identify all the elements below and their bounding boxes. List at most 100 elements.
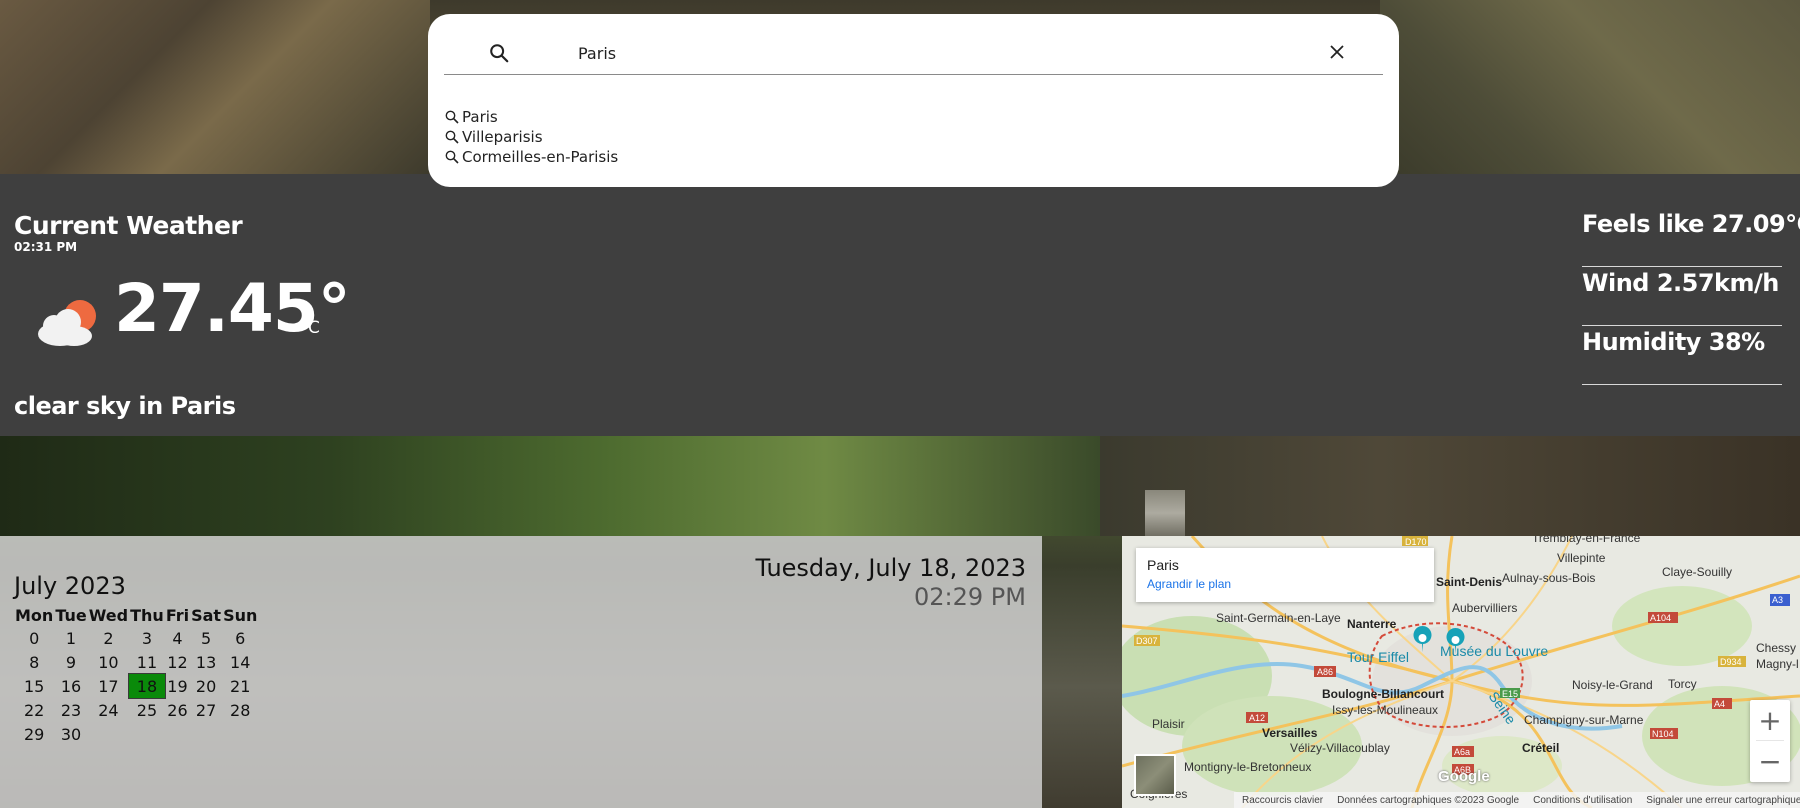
calendar-day[interactable]: 26 xyxy=(165,698,190,722)
calendar-day[interactable]: 2 xyxy=(88,626,129,650)
weather-description: clear sky in Paris xyxy=(14,392,236,420)
calendar-day[interactable]: 8 xyxy=(14,650,54,674)
cloud-sun-icon xyxy=(38,300,96,346)
map-label: Aulnay-sous-Bois xyxy=(1502,571,1595,585)
map-label: Créteil xyxy=(1522,741,1559,755)
zoom-in-button[interactable]: + xyxy=(1750,700,1790,740)
map-label: Magny-l xyxy=(1756,657,1799,671)
weekday-label: Thu xyxy=(130,605,164,625)
search-bar xyxy=(444,14,1383,75)
calendar-day[interactable]: 16 xyxy=(54,674,87,698)
calendar-day[interactable]: 17 xyxy=(88,674,129,698)
temperature-unit: C xyxy=(308,318,320,338)
map-panel[interactable]: Tremblay-en-France Villepinte Saint-Germ… xyxy=(1122,536,1800,808)
map-label: Boulogne-Billancourt xyxy=(1322,687,1444,701)
calendar-day[interactable]: 5 xyxy=(190,626,222,650)
search-panel: Paris Villeparisis Cormeilles-en-Parisis xyxy=(428,14,1399,187)
current-date: Tuesday, July 18, 2023 xyxy=(755,554,1026,582)
calendar-grid: Mon Tue Wed Thu Fri Sat Sun 0 1 2 3 4 5 6 8 9 10 1… xyxy=(14,604,258,746)
calendar-day[interactable]: 0 xyxy=(14,626,54,650)
calendar-day[interactable]: 29 xyxy=(14,722,54,746)
suggestion-item[interactable]: Villeparisis xyxy=(444,127,618,147)
weekday-label: Mon xyxy=(15,605,54,625)
terms-link[interactable]: Conditions d'utilisation xyxy=(1533,795,1632,806)
road-label: D307 xyxy=(1136,636,1158,646)
map-label: Noisy-le-Grand xyxy=(1572,678,1653,692)
background-cliff-left xyxy=(0,0,430,175)
map-info-card: Paris Agrandir le plan xyxy=(1136,548,1434,602)
map-data-credit: Données cartographiques ©2023 Google xyxy=(1337,794,1520,806)
weekday-header-row: Mon Tue Wed Thu Fri Sat Sun xyxy=(14,604,258,626)
calendar-day[interactable]: 28 xyxy=(222,698,258,722)
map-label: Tremblay-en-France xyxy=(1532,536,1641,545)
calendar-day[interactable]: 1 xyxy=(54,626,87,650)
map-label: Vélizy-Villacoublay xyxy=(1290,741,1390,755)
weekday-label: Fri xyxy=(165,605,190,625)
satellite-layer-button[interactable] xyxy=(1134,754,1176,796)
calendar-month-title: July 2023 xyxy=(14,572,126,600)
calendar-day[interactable]: 22 xyxy=(14,698,54,722)
background-waterfall xyxy=(1145,490,1185,536)
calendar-day[interactable]: 9 xyxy=(54,650,87,674)
calendar-day xyxy=(190,722,222,746)
map-label: Saint-Denis xyxy=(1436,575,1502,589)
road-label: E15 xyxy=(1502,689,1518,699)
weekday-label: Sun xyxy=(223,605,258,625)
weekday-label: Sat xyxy=(191,605,222,625)
calendar-day[interactable]: 20 xyxy=(190,674,222,698)
map-footer: Raccourcis clavier Données cartographiqu… xyxy=(1234,792,1800,808)
zoom-out-button[interactable]: − xyxy=(1750,741,1790,781)
feels-like-text: Feels like 27.09°C xyxy=(1582,210,1800,238)
weather-stats: Feels like 27.09°C Wind 2.57km/h Humidit… xyxy=(1582,208,1800,385)
calendar-day[interactable]: 14 xyxy=(222,650,258,674)
search-icon xyxy=(445,150,459,164)
map-label: Montigny-le-Bretonneux xyxy=(1184,760,1311,774)
weather-panel: Current Weather 02:31 PM 27.45° C clear … xyxy=(0,174,1800,436)
google-logo: Google xyxy=(1438,768,1490,785)
current-time: 02:29 PM xyxy=(914,583,1026,611)
road-label: D934 xyxy=(1720,657,1742,667)
map-label: Chessy xyxy=(1756,641,1796,655)
road-label: A104 xyxy=(1650,613,1671,623)
map-label: Issy-les-Moulineaux xyxy=(1332,703,1438,717)
map-label: Torcy xyxy=(1668,677,1697,691)
calendar-day[interactable]: 23 xyxy=(54,698,87,722)
suggestion-label: Villeparisis xyxy=(462,128,543,146)
calendar-day[interactable]: 13 xyxy=(190,650,222,674)
calendar-day[interactable]: 19 xyxy=(165,674,190,698)
search-icon[interactable] xyxy=(488,42,510,64)
map-label: Aubervilliers xyxy=(1452,601,1517,615)
suggestion-item[interactable]: Cormeilles-en-Parisis xyxy=(444,147,618,167)
suggestion-item[interactable]: Paris xyxy=(444,107,618,127)
calendar-day[interactable]: 6 xyxy=(222,626,258,650)
search-input[interactable] xyxy=(578,40,1278,66)
report-error-link[interactable]: Signaler une erreur cartographique xyxy=(1646,795,1800,806)
enlarge-map-link[interactable]: Agrandir le plan xyxy=(1147,577,1423,591)
keyboard-shortcuts-link[interactable]: Raccourcis clavier xyxy=(1242,795,1323,806)
calendar-day[interactable]: 12 xyxy=(165,650,190,674)
calendar-week-row: 0123456 xyxy=(14,626,258,650)
calendar-day xyxy=(165,722,190,746)
map-label: Saint-Germain-en-Laye xyxy=(1216,611,1341,625)
road-label: D170 xyxy=(1405,537,1427,547)
calendar-day[interactable]: 11 xyxy=(129,650,165,674)
calendar-day[interactable]: 24 xyxy=(88,698,129,722)
calendar-day[interactable]: 25 xyxy=(129,698,165,722)
calendar-day[interactable]: 30 xyxy=(54,722,87,746)
zoom-control: + − xyxy=(1750,700,1790,782)
calendar-day[interactable]: 21 xyxy=(222,674,258,698)
calendar-week-row: 29 30 xyxy=(14,722,258,746)
humidity-stat: Humidity 38% xyxy=(1582,326,1782,385)
calendar-day[interactable]: 18 xyxy=(128,673,166,699)
map-place-name: Paris xyxy=(1147,557,1179,573)
calendar-day[interactable]: 3 xyxy=(129,626,165,650)
calendar-panel: July 2023 Mon Tue Wed Thu Fri Sat Sun 01… xyxy=(0,536,1042,808)
calendar-day[interactable]: 10 xyxy=(88,650,129,674)
calendar-day[interactable]: 4 xyxy=(165,626,190,650)
background-forest xyxy=(0,436,1100,536)
calendar-day[interactable]: 27 xyxy=(190,698,222,722)
road-label: N104 xyxy=(1652,729,1674,739)
calendar-day[interactable]: 15 xyxy=(14,674,54,698)
road-label: A86 xyxy=(1317,667,1333,677)
close-icon[interactable] xyxy=(1327,42,1347,62)
